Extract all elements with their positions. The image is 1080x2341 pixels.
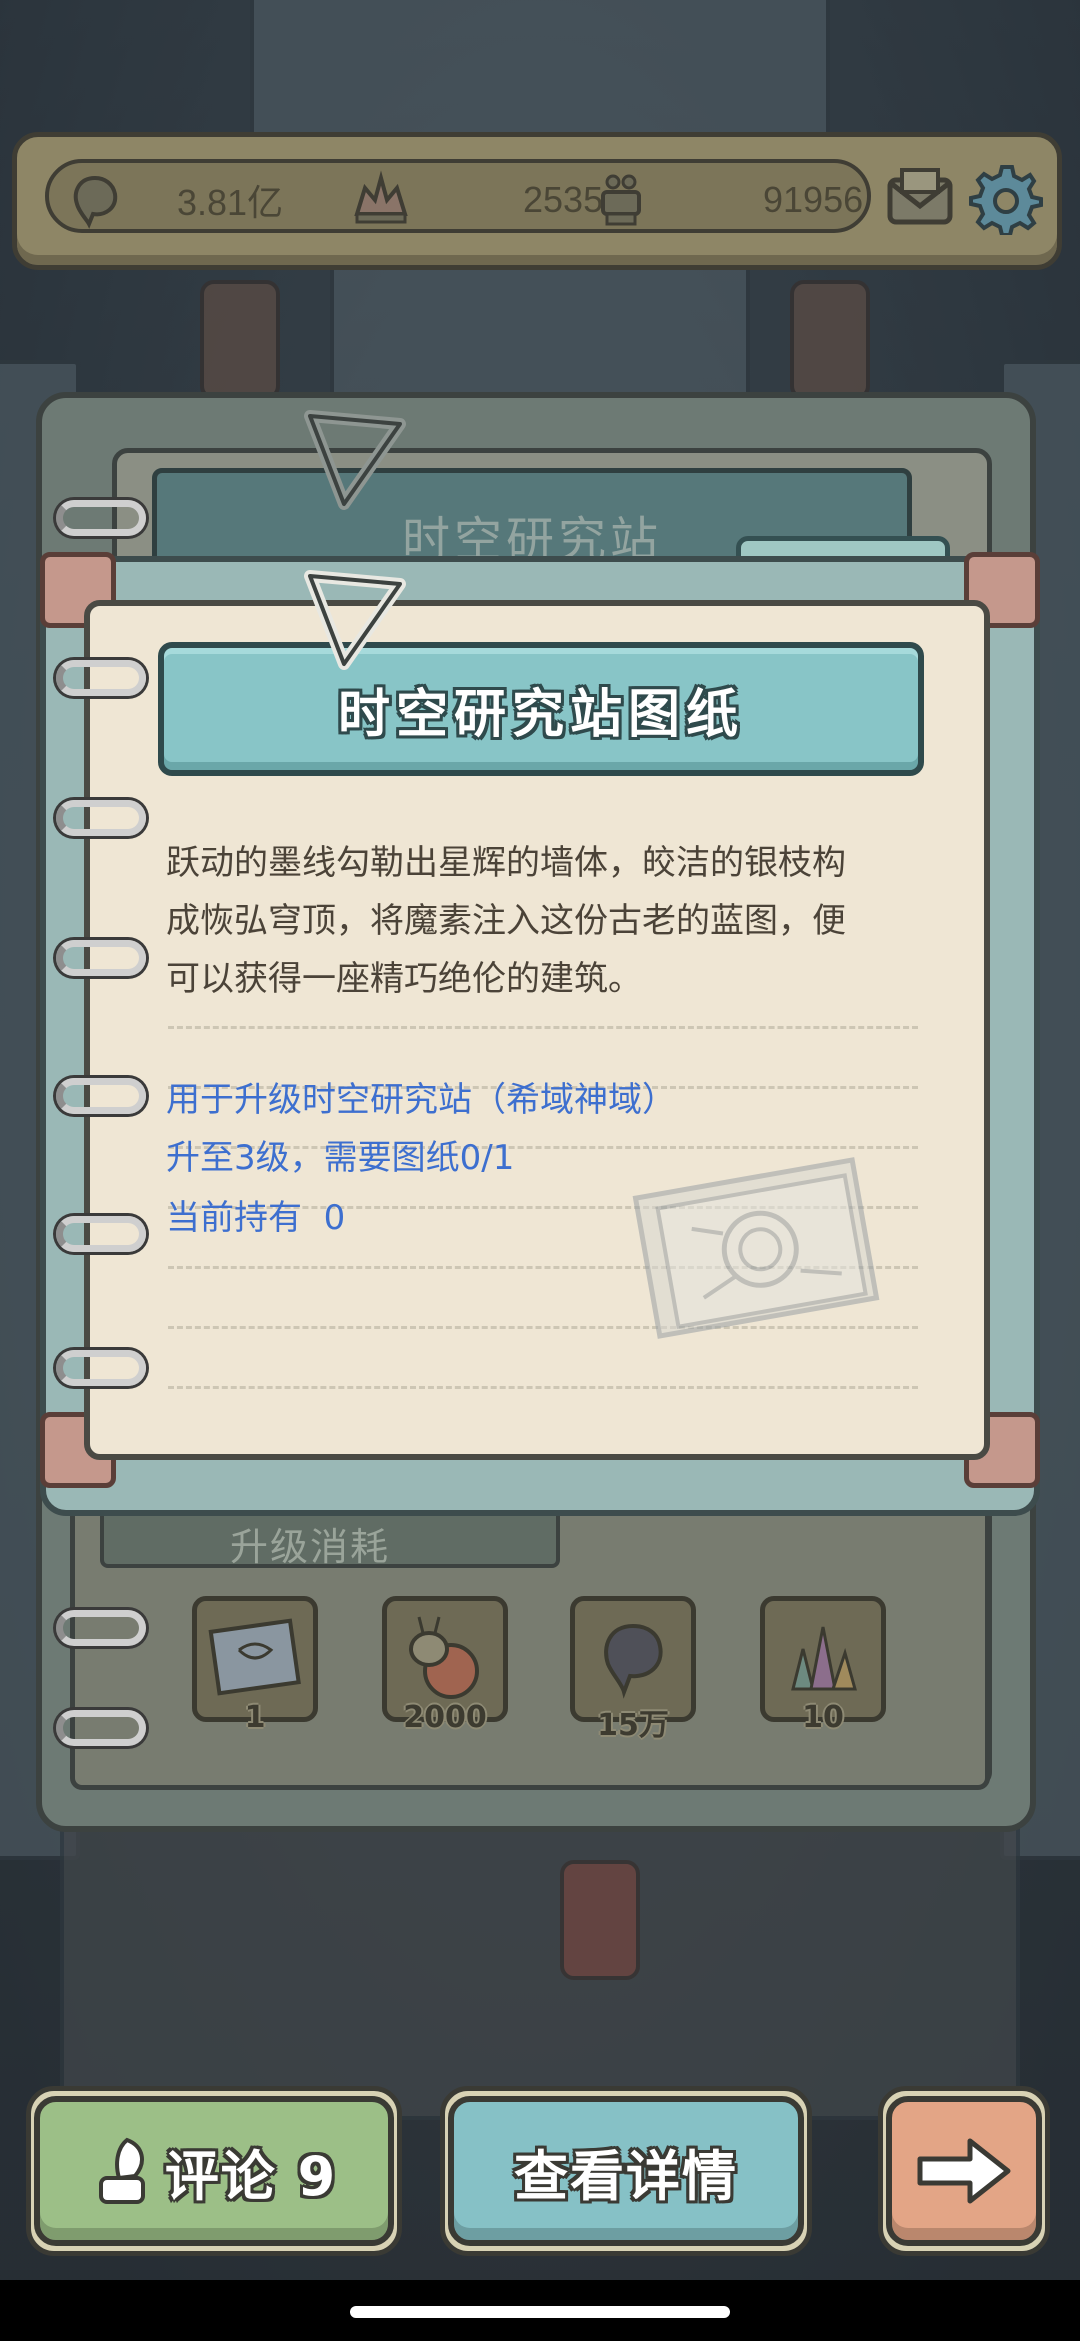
crystal-crown-icon — [349, 168, 413, 232]
mail-button[interactable] — [881, 159, 959, 237]
home-indicator[interactable] — [350, 2306, 730, 2318]
upgrade-cost-title: 升级消耗 — [230, 1525, 391, 1569]
binding-ring — [56, 500, 146, 536]
binding-ring — [56, 1078, 146, 1114]
crystal-cluster-icon — [791, 1626, 857, 1691]
binding-ring — [56, 1710, 146, 1746]
cost-item-crystal-value: 10 — [802, 1700, 844, 1735]
resource-soul[interactable]: 3.81亿 — [63, 163, 283, 237]
arrow-right-icon — [917, 2138, 1011, 2204]
resource-crystal[interactable]: 2535 — [349, 163, 603, 237]
binding-ring — [56, 800, 146, 836]
dialog-title-plate: 时空研究站图纸 — [158, 642, 924, 776]
comment-button[interactable]: 评论 9 — [34, 2096, 394, 2246]
paper-clip-icon — [304, 570, 406, 670]
binding-ring — [56, 1350, 146, 1386]
comment-button-label: 评论 9 — [164, 2144, 338, 2208]
ghost-soul-icon — [63, 168, 127, 232]
cost-item-soul-value: 15万 — [597, 1708, 669, 1743]
binding-ring — [56, 1216, 146, 1252]
owned-count-text: 当前持有 0 — [166, 1198, 346, 1238]
description-line: 可以获得一座精巧绝伦的建筑。 — [166, 959, 642, 999]
resource-bar: 3.81亿 2535 91956 — [12, 132, 1062, 270]
mail-icon — [887, 168, 953, 225]
view-details-button-label: 查看详情 — [514, 2144, 738, 2208]
cost-item-snail-value: 2000 — [403, 1700, 487, 1735]
binding-ring — [56, 940, 146, 976]
ghost-soul-icon — [604, 1623, 663, 1699]
quill-icon — [98, 2137, 145, 2204]
requirement-text: 升至3级，需要图纸0/1 — [166, 1138, 515, 1178]
paper-clip-icon — [304, 410, 406, 510]
robot-part-icon — [589, 168, 653, 232]
resource-parts[interactable]: 91956 — [589, 163, 863, 237]
resource-parts-value: 91956 — [763, 179, 864, 220]
cost-item-blueprint-value: 1 — [244, 1700, 266, 1735]
blueprint-icon — [208, 1618, 301, 1696]
description-line: 跃动的墨线勾勒出星辉的墙体，皎洁的银枝构 — [166, 843, 846, 883]
binding-ring — [56, 660, 146, 696]
usage-text: 用于升级时空研究站（希域神域） — [166, 1080, 676, 1120]
blueprint-description: 跃动的墨线勾勒出星辉的墙体，皎洁的银枝构 成恢弘穹顶，将魔素注入这份古老的蓝图，… — [166, 834, 926, 1008]
description-line: 成恢弘穹顶，将魔素注入这份古老的蓝图，便 — [166, 901, 846, 941]
resource-bar-inner: 3.81亿 2535 91956 — [45, 159, 871, 233]
settings-button[interactable] — [967, 159, 1045, 237]
gear-icon — [969, 165, 1043, 235]
resource-soul-value: 3.81亿 — [177, 182, 284, 223]
snail-creature-icon — [409, 1616, 479, 1699]
binding-ring — [56, 1610, 146, 1646]
view-details-button[interactable]: 查看详情 — [448, 2096, 804, 2246]
dialog-title: 时空研究站图纸 — [337, 684, 744, 745]
next-button[interactable] — [886, 2096, 1042, 2246]
